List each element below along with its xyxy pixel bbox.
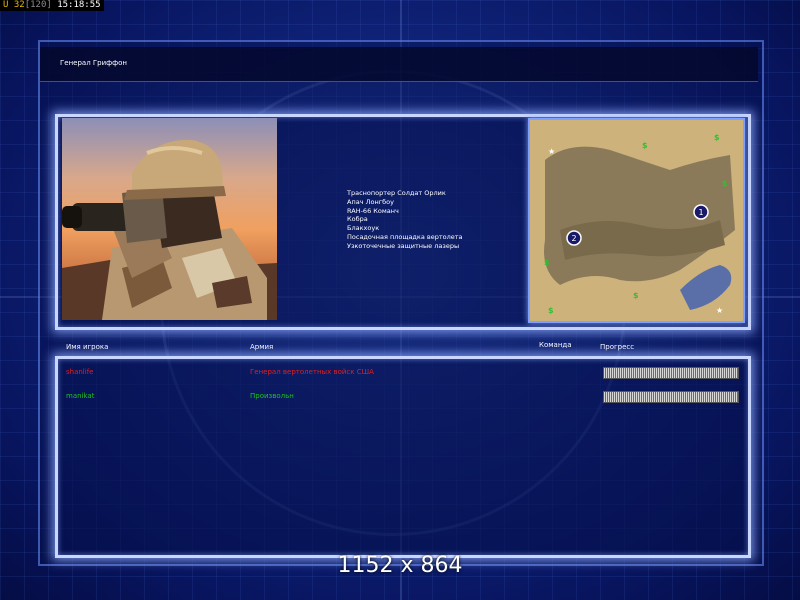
supply-dollar-icon: $ xyxy=(642,141,648,150)
player-army: Произвольн xyxy=(250,392,294,400)
star-icon: ★ xyxy=(548,147,555,156)
status-bar: U 32[120] 15:18:55 xyxy=(0,0,104,11)
supply-dollar-icon: $ xyxy=(548,306,554,315)
column-header-progress: Прогресс xyxy=(600,343,635,351)
progress-fill xyxy=(604,368,738,378)
unit-item: Узкоточечные защитные лазеры xyxy=(347,241,460,250)
column-header-army: Армия xyxy=(250,343,274,351)
clock: 15:18:55 xyxy=(57,0,101,10)
player-name: shanlife xyxy=(66,368,94,376)
start-position-marker-1: 1 xyxy=(693,204,709,220)
general-portrait xyxy=(62,118,277,320)
fps-counter: [120] xyxy=(24,0,52,10)
progress-fill xyxy=(604,392,738,402)
unit-item: Посадочная площадка вертолета xyxy=(347,232,463,241)
map-terrain: 1 2 $ $ $ $ $ $ ★ ★ xyxy=(530,120,743,321)
unit-item: Траснопортер Солдат Орлик xyxy=(347,189,446,197)
start-position-label: 1 xyxy=(698,208,703,217)
unit-item: Блакхоук xyxy=(347,224,380,233)
title-bar: Генерал Гриффон xyxy=(40,47,758,82)
supply-dollar-icon: $ xyxy=(722,179,728,188)
column-header-team: Команда xyxy=(539,341,572,349)
column-header-player-name: Имя игрока xyxy=(66,343,109,351)
star-icon: ★ xyxy=(716,306,723,315)
players-table-header: Имя игрока Армия Команда Прогресс xyxy=(0,341,800,353)
player-name: manikat xyxy=(66,392,95,400)
unit-item: RAH-66 Команч xyxy=(347,206,399,215)
resolution-watermark: 1152 x 864 xyxy=(337,553,463,578)
unit-list: Траснопортер Солдат Орлик Апач Лонгбоу R… xyxy=(347,189,463,251)
supply-dollar-icon: $ xyxy=(714,133,720,142)
start-position-label: 2 xyxy=(571,234,576,243)
start-position-marker-2: 2 xyxy=(566,230,582,246)
unit-item: Апач Лонгбоу xyxy=(347,197,394,206)
players-panel xyxy=(55,356,751,558)
player-progress-bar xyxy=(603,367,739,379)
general-name-title: Генерал Гриффон xyxy=(60,59,127,67)
player-army: Генерал вертолетных войск США xyxy=(250,368,374,376)
supply-dollar-icon: $ xyxy=(544,258,550,267)
supply-dollar-icon: $ xyxy=(633,291,639,300)
unit-counter: U 32 xyxy=(3,0,25,10)
soldier-with-binoculars-image xyxy=(62,118,277,320)
unit-item: Кобра xyxy=(347,215,368,224)
map-preview: 1 2 $ $ $ $ $ $ ★ ★ xyxy=(528,118,745,323)
player-progress-bar xyxy=(603,391,739,403)
